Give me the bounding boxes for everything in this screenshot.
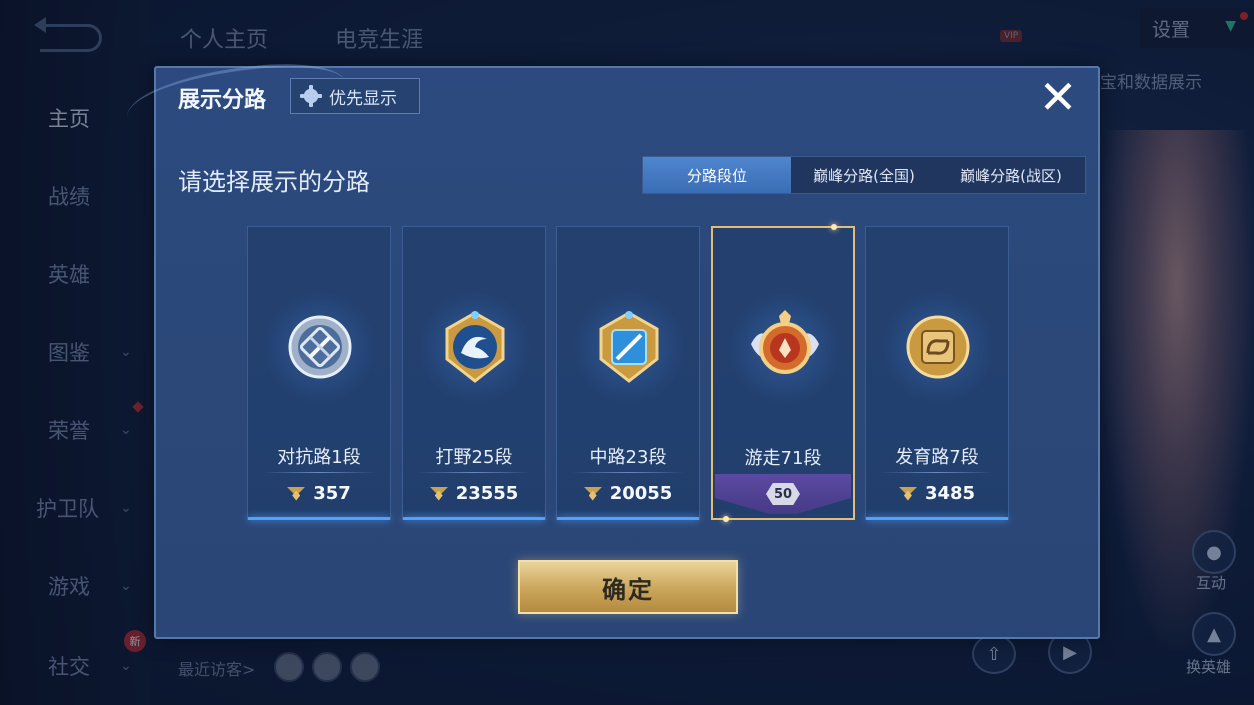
gold-blue-medal-icon [599, 311, 659, 383]
select-lane-prompt: 请选择展示的分路 [178, 168, 370, 196]
score-value: 357 [313, 483, 351, 504]
peak-banner: 50 [715, 474, 851, 514]
tab-peak-national[interactable]: 巅峰分路(全国) [791, 157, 937, 193]
lane-card-mid[interactable]: 中路23段 20055 [556, 226, 700, 520]
priority-display-button[interactable]: 优先显示 [290, 78, 420, 114]
confirm-button[interactable]: 确定 [518, 560, 738, 614]
lane-name: 中路23段 [589, 447, 667, 468]
red-wings-medal-icon [751, 310, 819, 374]
lane-score: 20055 [557, 483, 699, 504]
gold-dragon-medal-icon [445, 311, 505, 383]
priority-display-label: 优先显示 [329, 88, 397, 109]
close-button[interactable]: ✕ [1036, 74, 1080, 120]
lane-card-jungle[interactable]: 打野25段 23555 [402, 226, 546, 520]
score-icon [583, 486, 602, 501]
gold-rank-medal-icon [906, 315, 970, 379]
card-divider [880, 472, 994, 473]
lane-name: 发育路7段 [895, 447, 979, 468]
lane-card-roam[interactable]: 游走71段 50 [711, 224, 855, 522]
corner-sparkle [723, 516, 729, 522]
lane-name: 游走71段 [744, 448, 822, 469]
lane-score: 23555 [403, 483, 545, 504]
lane-card-farm[interactable]: 发育路7段 3485 [865, 226, 1009, 520]
score-value: 20055 [609, 483, 673, 504]
gear-icon [301, 85, 321, 107]
card-divider [571, 472, 685, 473]
silver-rank-medal-icon [288, 315, 352, 379]
lane-score: 3485 [866, 483, 1008, 504]
score-icon [287, 486, 306, 501]
score-value: 3485 [924, 483, 976, 504]
card-divider [417, 472, 531, 473]
corner-sparkle [831, 224, 837, 230]
dialog-title: 展示分路 [178, 88, 267, 113]
tab-lane-rank[interactable]: 分路段位 [643, 157, 791, 193]
lane-tabs: 分路段位 巅峰分路(全国) 巅峰分路(战区) [642, 156, 1086, 194]
score-icon [429, 486, 448, 501]
tab-peak-region[interactable]: 巅峰分路(战区) [937, 157, 1085, 193]
card-divider [262, 472, 376, 473]
peak-level-badge: 50 [766, 483, 800, 505]
lane-score: 357 [248, 483, 390, 504]
score-value: 23555 [455, 483, 519, 504]
lane-name: 打野25段 [435, 447, 513, 468]
lane-display-dialog: 展示分路 优先显示 ✕ 请选择展示的分路 分路段位 巅峰分路(全国) 巅峰分路(… [154, 66, 1100, 639]
close-icon: ✕ [1038, 70, 1078, 124]
score-icon [898, 486, 917, 501]
lane-card-top[interactable]: 对抗路1段 357 [247, 226, 391, 520]
lane-name: 对抗路1段 [277, 447, 361, 468]
